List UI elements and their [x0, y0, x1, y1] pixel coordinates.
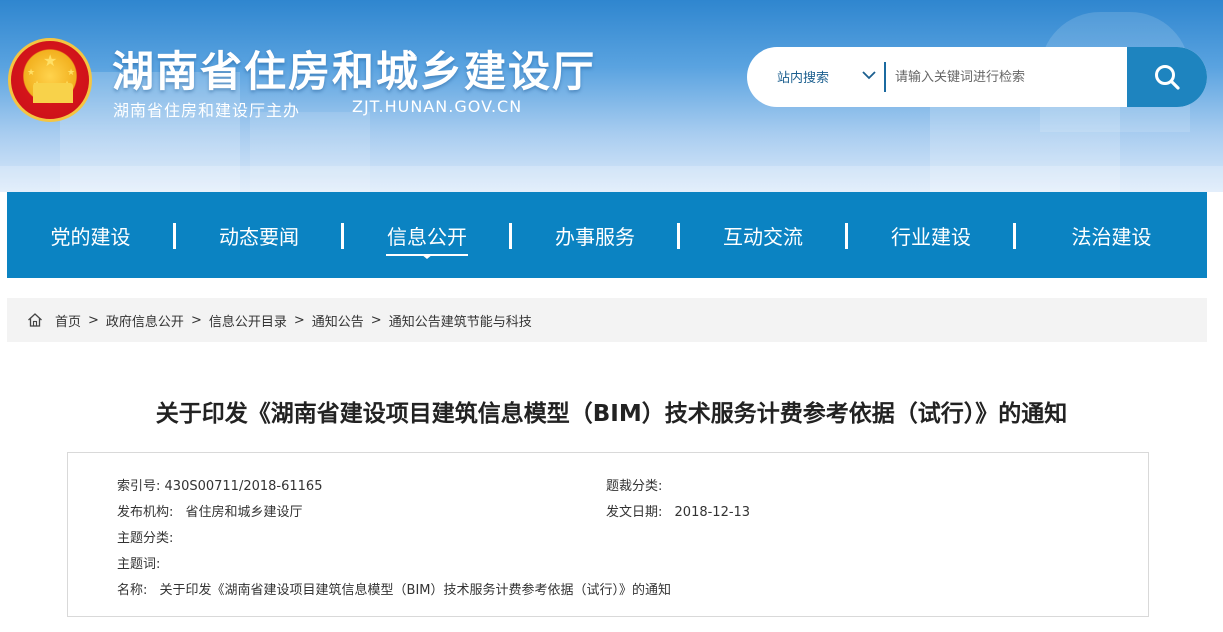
- meta-date: 发文日期: 2018-12-13: [606, 501, 750, 520]
- breadcrumb-separator: >: [88, 312, 99, 328]
- nav-item-rule-of-law[interactable]: 法治建设: [1016, 192, 1207, 278]
- meta-label: 索引号:: [117, 479, 161, 494]
- nav-active-caret: [421, 254, 433, 259]
- meta-name: 名称: 关于印发《湖南省建设项目建筑信息模型（BIM）技术服务计费参考依据（试行…: [117, 579, 671, 598]
- meta-label: 主题分类:: [117, 531, 174, 546]
- search-scope-select[interactable]: 站内搜索: [777, 67, 829, 86]
- meta-label: 发布机构:: [117, 505, 174, 520]
- breadcrumb: 首页 > 政府信息公开 > 信息公开目录 > 通知公告 > 通知公告建筑节能与科…: [7, 298, 1207, 342]
- meta-date-value: 2018-12-13: [674, 505, 751, 520]
- breadcrumb-separator: >: [293, 312, 305, 328]
- breadcrumb-current[interactable]: 通知公告建筑节能与科技: [389, 311, 532, 330]
- breadcrumb-info-catalog[interactable]: 信息公开目录: [209, 311, 287, 330]
- nav-item-news[interactable]: 动态要闻: [176, 192, 342, 278]
- search-bar: 站内搜索: [747, 47, 1207, 107]
- meta-index: 索引号: 430S00711/2018-61165: [117, 475, 322, 494]
- site-domain: ZJT.HUNAN.GOV.CN: [352, 97, 523, 116]
- nav-item-services[interactable]: 办事服务: [512, 192, 678, 278]
- meta-name-value: 关于印发《湖南省建设项目建筑信息模型（BIM）技术服务计费参考依据（试行）》的通…: [159, 583, 672, 598]
- meta-index-value: 430S00711/2018-61165: [164, 479, 323, 494]
- nav-item-info-disclosure[interactable]: 信息公开: [344, 192, 510, 278]
- document-metadata: 索引号: 430S00711/2018-61165 题裁分类: 发布机构: 省住…: [67, 452, 1149, 617]
- breadcrumb-home[interactable]: 首页: [55, 311, 81, 330]
- meta-issuer-value: 省住房和城乡建设厅: [185, 505, 303, 520]
- meta-keywords: 主题词:: [117, 553, 160, 572]
- search-divider: [884, 62, 886, 92]
- banner-building: [250, 112, 370, 192]
- breadcrumb-notices[interactable]: 通知公告: [312, 311, 364, 330]
- breadcrumb-gov-info[interactable]: 政府信息公开: [106, 311, 184, 330]
- meta-issuer: 发布机构: 省住房和城乡建设厅: [117, 501, 303, 520]
- meta-label: 发文日期:: [606, 505, 663, 520]
- search-input[interactable]: [895, 62, 1120, 92]
- meta-genre: 题裁分类:: [606, 475, 662, 494]
- meta-label: 主题词:: [117, 557, 161, 572]
- site-title[interactable]: 湖南省住房和城乡建设厅: [112, 38, 596, 99]
- breadcrumb-separator: >: [370, 312, 382, 328]
- article-title: 关于印发《湖南省建设项目建筑信息模型（BIM）技术服务计费参考依据（试行）》的通…: [155, 401, 1068, 427]
- nav-item-industry[interactable]: 行业建设: [848, 192, 1014, 278]
- chevron-down-icon[interactable]: [859, 63, 879, 87]
- meta-label: 名称:: [117, 583, 148, 598]
- meta-label: 题裁分类:: [606, 479, 663, 494]
- national-emblem-icon: ★ ★ ★ ★ ★: [8, 38, 92, 122]
- nav-item-interaction[interactable]: 互动交流: [680, 192, 846, 278]
- nav-item-party-building[interactable]: 党的建设: [7, 192, 174, 278]
- site-subtitle: 湖南省住房和建设厅主办: [113, 101, 301, 120]
- breadcrumb-separator: >: [190, 312, 202, 328]
- home-icon[interactable]: [27, 312, 43, 328]
- meta-topic: 主题分类:: [117, 527, 173, 546]
- search-button[interactable]: [1127, 47, 1207, 107]
- main-nav: 党的建设 动态要闻 信息公开 办事服务 互动交流 行业建设 法治建设: [7, 192, 1207, 278]
- header-banner: ★ ★ ★ ★ ★ 湖南省住房和城乡建设厅 湖南省住房和建设厅主办 ZJT.HU…: [0, 0, 1223, 192]
- search-icon: [1155, 65, 1180, 90]
